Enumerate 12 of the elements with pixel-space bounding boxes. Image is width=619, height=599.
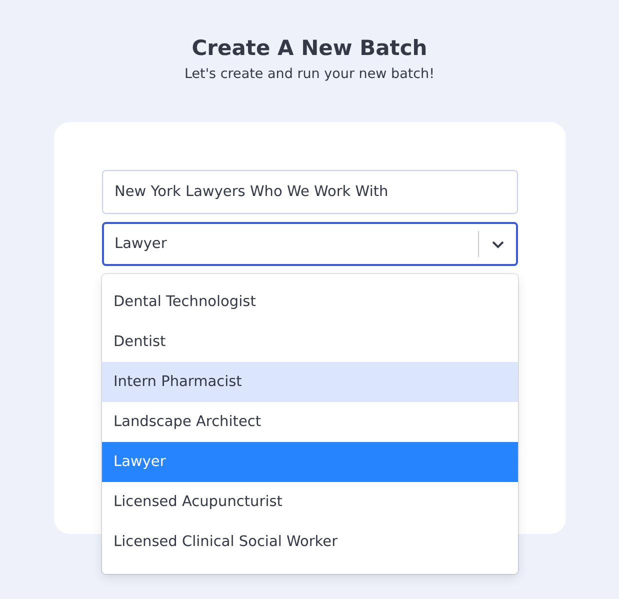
dropdown-option[interactable]: Licensed Acupuncturist bbox=[102, 482, 518, 522]
dropdown-option[interactable]: Lawyer bbox=[102, 442, 518, 482]
chevron-down-icon bbox=[490, 240, 504, 248]
dropdown-option[interactable]: Landscape Architect bbox=[102, 402, 518, 442]
profession-select[interactable]: Lawyer bbox=[102, 222, 518, 266]
dropdown-option[interactable]: Dentist bbox=[102, 322, 518, 362]
batch-name-input[interactable]: New York Lawyers Who We Work With bbox=[102, 170, 518, 214]
page-subtitle: Let's create and run your new batch! bbox=[184, 66, 435, 82]
page-title: Create A New Batch bbox=[192, 36, 428, 60]
dropdown-option[interactable]: Licensed Clinical Social Worker bbox=[102, 522, 518, 562]
dropdown-option[interactable]: Dental Technologist bbox=[102, 282, 518, 322]
dropdown-option[interactable]: Intern Pharmacist bbox=[102, 362, 518, 402]
